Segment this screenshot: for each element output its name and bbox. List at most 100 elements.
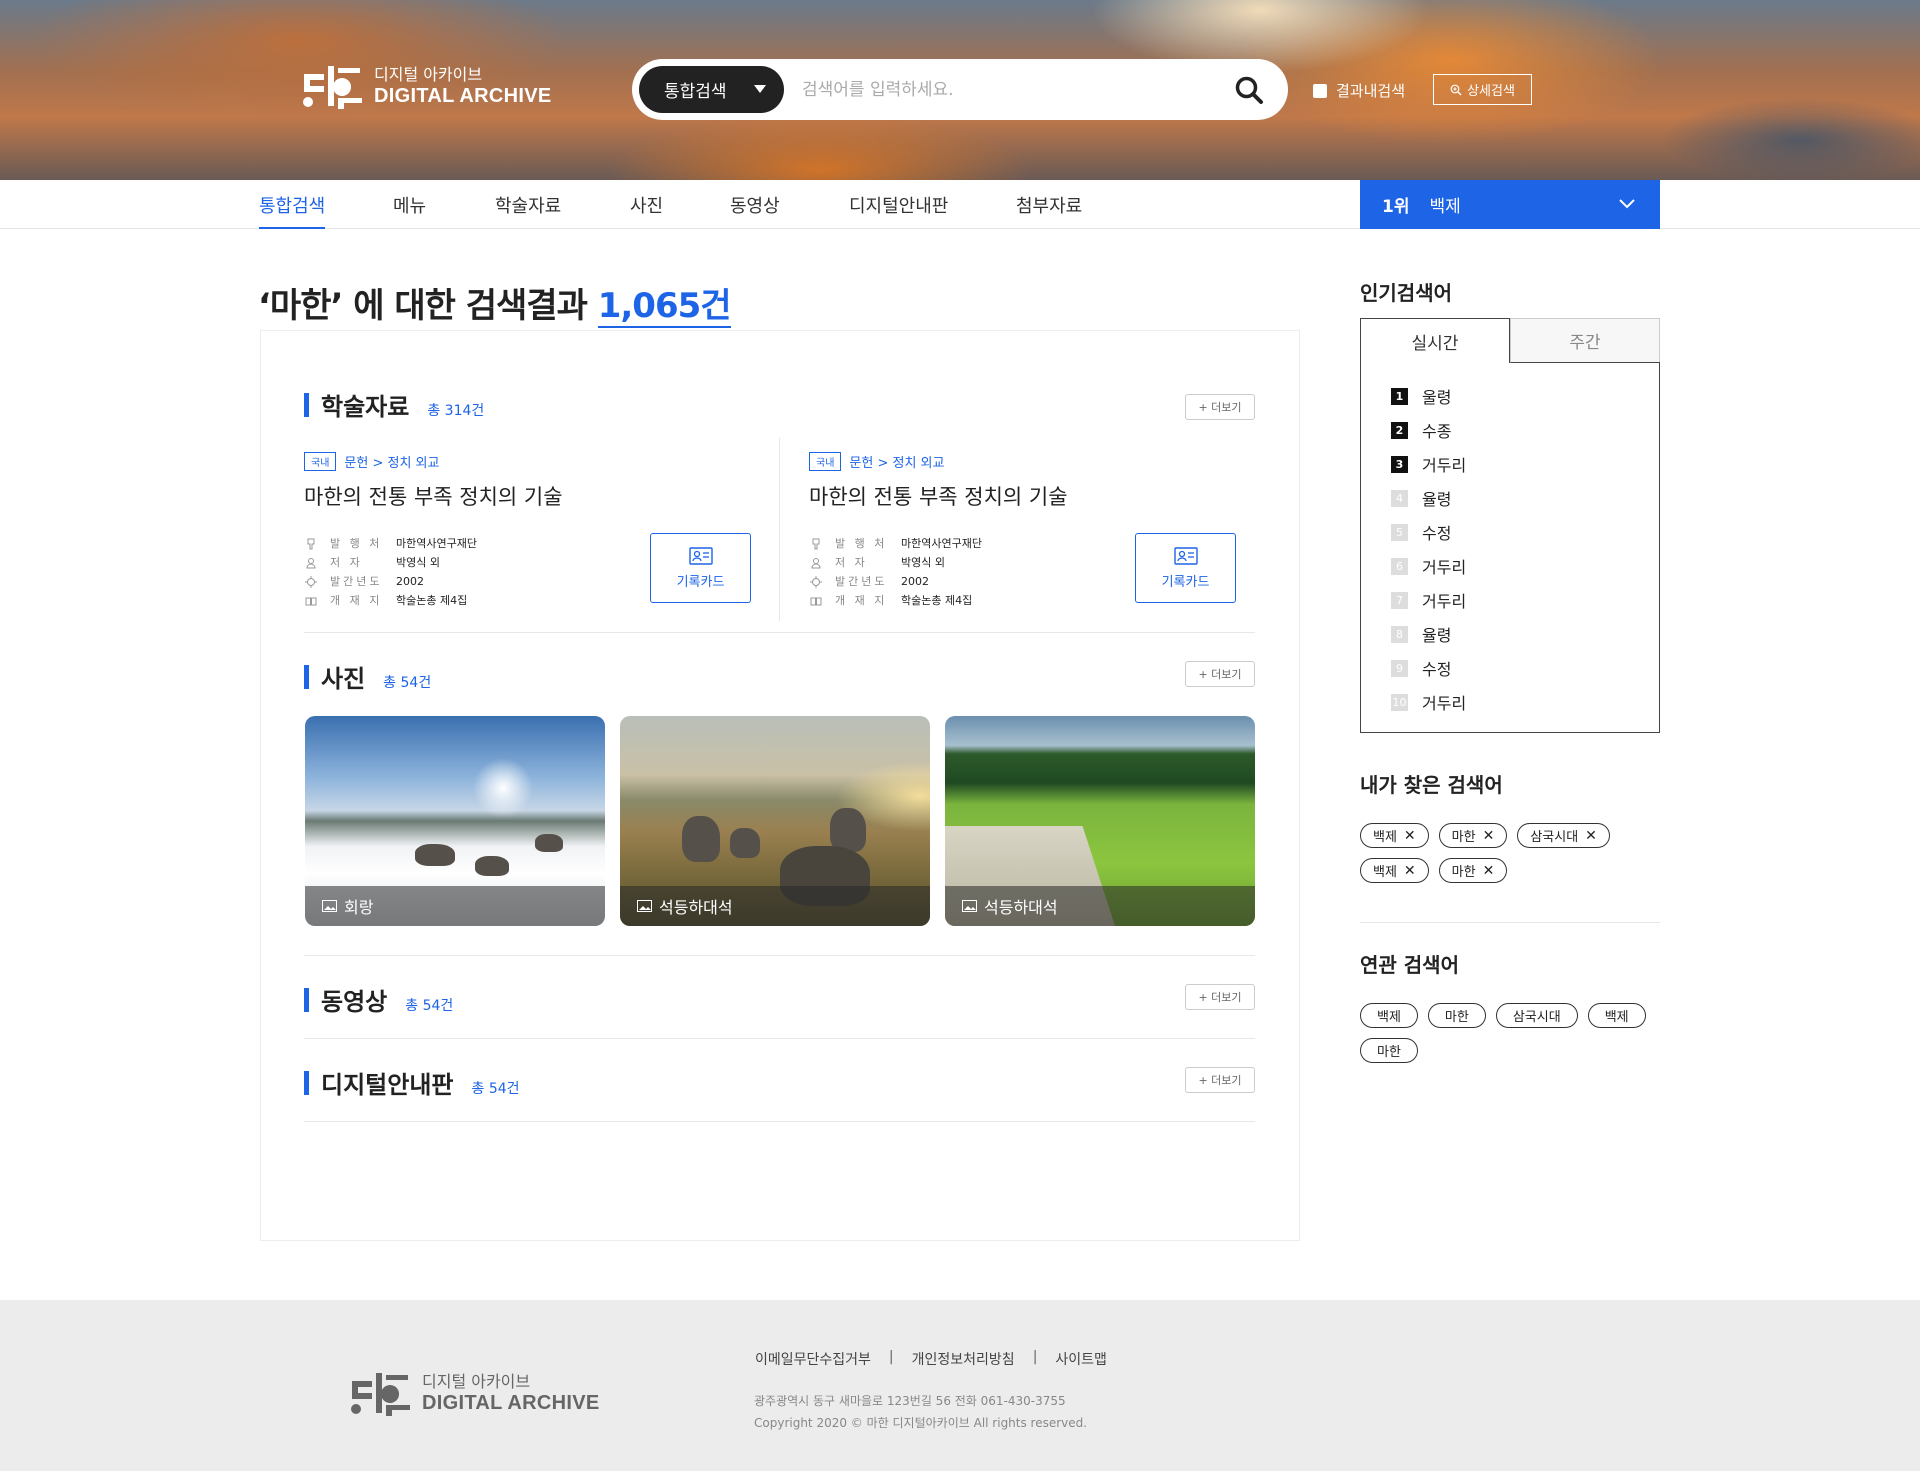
popular-tabs: 실시간 주간 bbox=[1360, 318, 1660, 363]
record-card-button[interactable]: 기록카드 bbox=[650, 533, 751, 603]
search-input[interactable] bbox=[802, 71, 1202, 108]
advanced-search-label: 상세검색 bbox=[1467, 84, 1515, 99]
more-button-videos[interactable]: + 더보기 bbox=[1185, 984, 1255, 1010]
popular-item[interactable]: 5 수정 bbox=[1391, 520, 1451, 544]
id-card-icon bbox=[1173, 546, 1198, 565]
popular-term: 거두리 bbox=[1422, 592, 1467, 611]
my-search-chip[interactable]: 마한 ✕ bbox=[1438, 858, 1508, 883]
record-card-label: 기록카드 bbox=[1161, 574, 1210, 590]
popular-item[interactable]: 8 율령 bbox=[1391, 622, 1451, 646]
tab-weekly[interactable]: 주간 bbox=[1510, 318, 1660, 363]
paper-meta: 발 행 처 마한역사연구재단 저 자 박영식 외 발간년도 2002 개 재 지… bbox=[304, 534, 477, 610]
paper-title[interactable]: 마한의 전통 부족 정치의 기술 bbox=[809, 481, 1269, 511]
nav-tab-attachments[interactable]: 첨부자료 bbox=[1016, 192, 1082, 229]
photo-caption-text: 석등하대석 bbox=[984, 898, 1058, 917]
my-searches-title: 내가 찾은 검색어 bbox=[1360, 773, 1503, 797]
paper-category[interactable]: 문헌 > 정치 외교 bbox=[849, 452, 944, 471]
close-icon[interactable]: ✕ bbox=[1404, 829, 1416, 843]
footer-link-privacy[interactable]: 개인정보처리방침 bbox=[912, 1349, 1015, 1369]
paper-item[interactable]: 국내 문헌 > 정치 외교 마한의 전통 부족 정치의 기술 발 행 처 마한역… bbox=[809, 452, 1269, 612]
paper-category[interactable]: 문헌 > 정치 외교 bbox=[344, 452, 439, 471]
search-bar: 통합검색 bbox=[632, 59, 1288, 120]
section-bar bbox=[304, 392, 309, 417]
popular-item[interactable]: 10 거두리 bbox=[1391, 690, 1466, 714]
popular-item[interactable]: 1 울령 bbox=[1391, 384, 1451, 408]
footer-link-email-policy[interactable]: 이메일무단수집거부 bbox=[755, 1349, 871, 1369]
footer-logo[interactable]: 디지털 아카이브 DIGITAL ARCHIVE bbox=[346, 1367, 599, 1419]
close-icon[interactable]: ✕ bbox=[1483, 864, 1495, 878]
popular-item[interactable]: 6 거두리 bbox=[1391, 554, 1466, 578]
popular-searches-title: 인기검색어 bbox=[1360, 281, 1452, 305]
footer-info: 광주광역시 동구 새마을로 123번길 56 전화 061-430-3755 C… bbox=[754, 1390, 1087, 1434]
footer-link-sitemap[interactable]: 사이트맵 bbox=[1055, 1349, 1107, 1369]
section-count: 총 54건 bbox=[383, 675, 432, 691]
footer-copyright: Copyright 2020 © 마한 디지털아카이브 All rights r… bbox=[754, 1416, 1088, 1430]
tab-realtime[interactable]: 실시간 bbox=[1360, 318, 1510, 363]
advanced-search-button[interactable]: 상세검색 bbox=[1433, 74, 1532, 105]
section-header-photos: 사진 총 54건 bbox=[304, 659, 431, 694]
rank-number: 5 bbox=[1391, 523, 1408, 541]
related-chip[interactable]: 마한 bbox=[1427, 1003, 1486, 1028]
section-bar bbox=[304, 987, 309, 1012]
paper-item[interactable]: 국내 문헌 > 정치 외교 마한의 전통 부족 정치의 기술 발 행 처 마한역… bbox=[304, 452, 764, 612]
section-count: 총 54건 bbox=[405, 998, 454, 1014]
my-search-chip[interactable]: 백제 ✕ bbox=[1360, 858, 1429, 883]
sidebar-divider bbox=[1360, 922, 1660, 923]
more-button-digital-board[interactable]: + 더보기 bbox=[1185, 1067, 1255, 1093]
photo-card[interactable]: 회랑 bbox=[305, 716, 605, 926]
related-chip[interactable]: 마한 bbox=[1360, 1038, 1418, 1063]
section-divider bbox=[304, 955, 1255, 956]
section-header-digital-board: 디지털안내판 총 54건 bbox=[304, 1065, 520, 1100]
close-icon[interactable]: ✕ bbox=[1404, 864, 1416, 878]
meta-key: 저 자 bbox=[835, 556, 868, 569]
popular-term: 율령 bbox=[1422, 626, 1452, 645]
my-search-chip[interactable]: 삼국시대 ✕ bbox=[1517, 823, 1610, 848]
nav-tab-papers[interactable]: 학술자료 bbox=[495, 192, 561, 229]
paper-title[interactable]: 마한의 전통 부족 정치의 기술 bbox=[304, 481, 764, 511]
nav-tab-photos[interactable]: 사진 bbox=[630, 192, 663, 229]
section-divider bbox=[304, 1121, 1255, 1122]
popular-item[interactable]: 3 거두리 bbox=[1391, 452, 1466, 476]
close-icon[interactable]: ✕ bbox=[1585, 829, 1597, 843]
popular-item[interactable]: 4 율령 bbox=[1391, 486, 1451, 510]
section-title: 학술자료 bbox=[321, 393, 410, 421]
result-count: 1,065건 bbox=[597, 286, 732, 328]
meta-key: 발 행 처 bbox=[330, 537, 383, 550]
close-icon[interactable]: ✕ bbox=[1483, 829, 1495, 843]
my-search-chip[interactable]: 마한 ✕ bbox=[1438, 823, 1508, 848]
nav-tab-integrated[interactable]: 통합검색 bbox=[259, 192, 326, 229]
nav-tab-videos[interactable]: 동영상 bbox=[730, 192, 780, 229]
chip-label: 마한 bbox=[1451, 865, 1476, 880]
search-in-results-checkbox[interactable] bbox=[1313, 83, 1327, 98]
photo-card[interactable]: 석등하대석 bbox=[620, 716, 930, 926]
related-chip[interactable]: 삼국시대 bbox=[1495, 1003, 1578, 1028]
search-icon[interactable] bbox=[1234, 75, 1264, 105]
popular-item[interactable]: 7 거두리 bbox=[1391, 588, 1466, 612]
nav-tab-digital-board[interactable]: 디지털안내판 bbox=[849, 192, 948, 229]
book-icon bbox=[305, 597, 317, 605]
meta-value: 학술논총 제4집 bbox=[901, 594, 973, 607]
rank-number: 7 bbox=[1391, 591, 1408, 609]
related-chip[interactable]: 백제 bbox=[1587, 1003, 1646, 1028]
more-button-photos[interactable]: + 더보기 bbox=[1185, 661, 1255, 687]
photo-card[interactable]: 석등하대석 bbox=[945, 716, 1255, 926]
section-bar bbox=[304, 664, 309, 689]
related-chip[interactable]: 백제 bbox=[1360, 1003, 1418, 1028]
record-card-label: 기록카드 bbox=[676, 574, 725, 590]
zoom-search-icon bbox=[1450, 84, 1462, 95]
rank-number: 8 bbox=[1391, 625, 1408, 643]
rank-ticker-dropdown[interactable]: 1위 백제 bbox=[1360, 180, 1660, 229]
my-search-chip[interactable]: 백제 ✕ bbox=[1360, 823, 1429, 848]
rank-ticker-term: 백제 bbox=[1429, 197, 1461, 217]
search-scope-select[interactable]: 통합검색 bbox=[639, 66, 784, 113]
site-logo[interactable]: 디지털 아카이브 DIGITAL ARCHIVE bbox=[298, 60, 551, 112]
nav-tab-menu[interactable]: 메뉴 bbox=[393, 192, 426, 229]
more-button-papers[interactable]: + 더보기 bbox=[1185, 394, 1255, 420]
rank-number: 1 bbox=[1391, 387, 1408, 405]
pin-icon bbox=[307, 538, 315, 549]
section-divider bbox=[304, 632, 1255, 633]
search-in-results[interactable]: 결과내검색 bbox=[1313, 80, 1405, 101]
record-card-button[interactable]: 기록카드 bbox=[1135, 533, 1236, 603]
popular-item[interactable]: 2 수종 bbox=[1391, 418, 1451, 442]
popular-item[interactable]: 9 수정 bbox=[1391, 656, 1451, 680]
